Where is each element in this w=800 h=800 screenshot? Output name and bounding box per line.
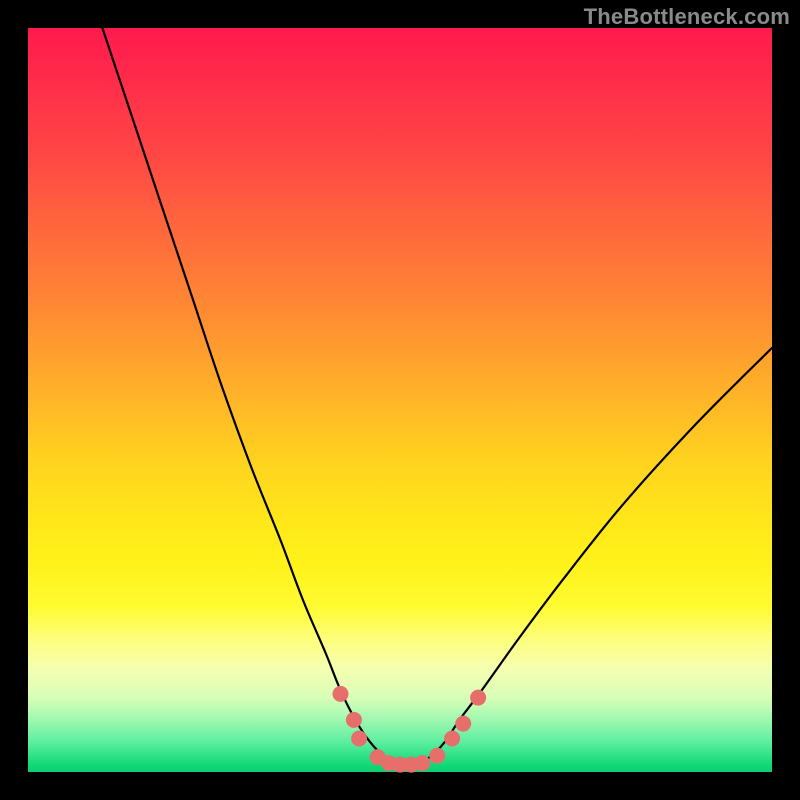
marker-dot [346,712,362,728]
highlight-markers [333,686,487,773]
marker-dot [333,686,349,702]
marker-dot [429,748,445,764]
watermark-text: TheBottleneck.com [584,4,790,30]
chart-frame: TheBottleneck.com [0,0,800,800]
marker-dot [470,690,486,706]
bottleneck-curve [102,28,772,766]
marker-dot [414,755,430,771]
marker-dot [444,731,460,747]
marker-dot [351,731,367,747]
marker-dot [455,716,471,732]
plot-area [28,28,772,772]
chart-svg [28,28,772,772]
